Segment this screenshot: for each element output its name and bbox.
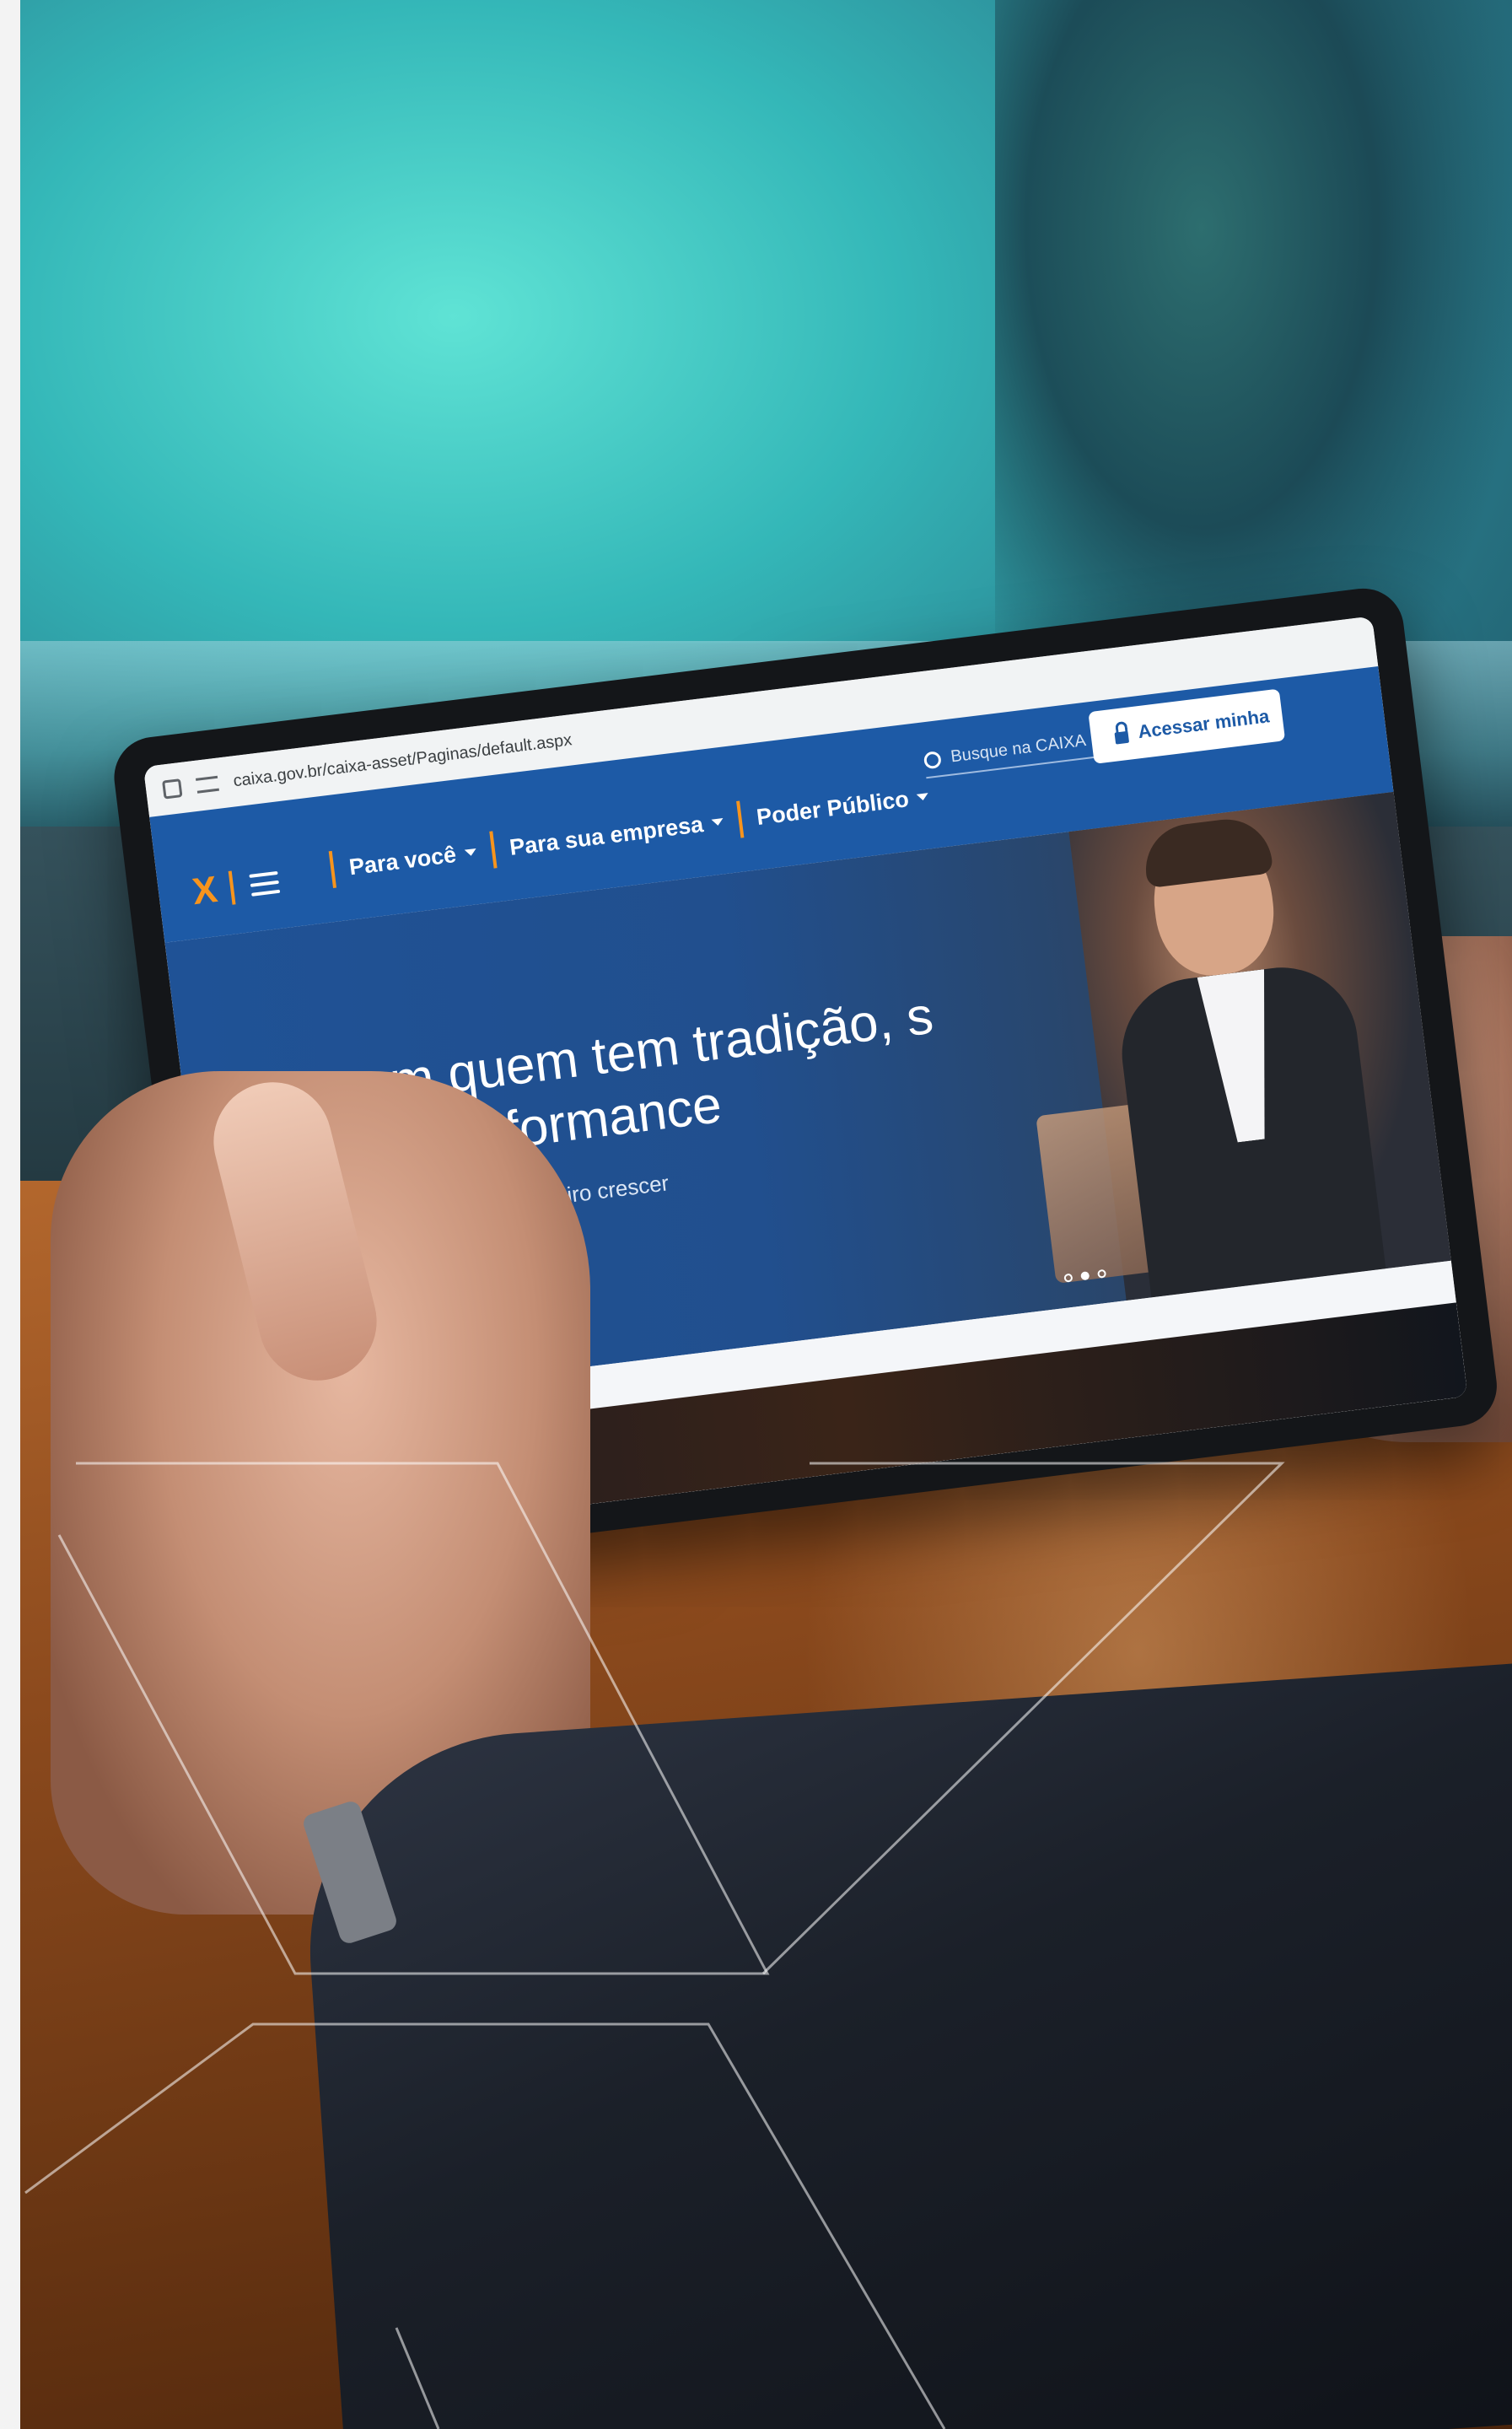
nav-divider	[735, 800, 745, 838]
home-icon[interactable]	[162, 778, 183, 800]
nav-item-label: Para sua empresa	[508, 811, 705, 860]
carousel-dot[interactable]	[1080, 1271, 1090, 1281]
login-button-label: Acessar minha	[1137, 705, 1271, 743]
carousel-dot[interactable]	[1097, 1268, 1107, 1279]
menu-icon[interactable]	[249, 870, 281, 897]
lock-icon	[1114, 730, 1130, 745]
nav-item-label: Para você	[347, 841, 458, 880]
chevron-down-icon	[711, 818, 724, 827]
chevron-down-icon	[464, 848, 477, 857]
search-placeholder: Busque na CAIXA	[950, 730, 1087, 767]
photo-scene: caixa.gov.br/caixa-asset/Paginas/default…	[0, 0, 1512, 2429]
caixa-logo[interactable]: X	[190, 861, 282, 913]
logo-mark: X	[190, 869, 217, 913]
nav-item-para-sua-empresa[interactable]: Para sua empresa	[508, 809, 724, 861]
jacket-sleeve	[295, 1660, 1512, 2429]
nav-item-poder-publico[interactable]: Poder Público	[755, 784, 930, 831]
search-icon[interactable]	[923, 750, 942, 769]
nav-divider	[488, 831, 498, 869]
logo-divider	[229, 870, 236, 905]
carousel-dot[interactable]	[1063, 1273, 1073, 1283]
nav-item-label: Poder Público	[755, 785, 911, 830]
search-box[interactable]: Busque na CAIXA	[923, 729, 1102, 779]
nav-item-para-voce[interactable]: Para você	[347, 839, 477, 881]
left-border	[0, 0, 20, 2429]
site-settings-icon[interactable]	[195, 775, 219, 794]
nav-divider	[328, 850, 337, 888]
chevron-down-icon	[916, 793, 929, 801]
login-button[interactable]: Acessar minha	[1088, 688, 1286, 764]
